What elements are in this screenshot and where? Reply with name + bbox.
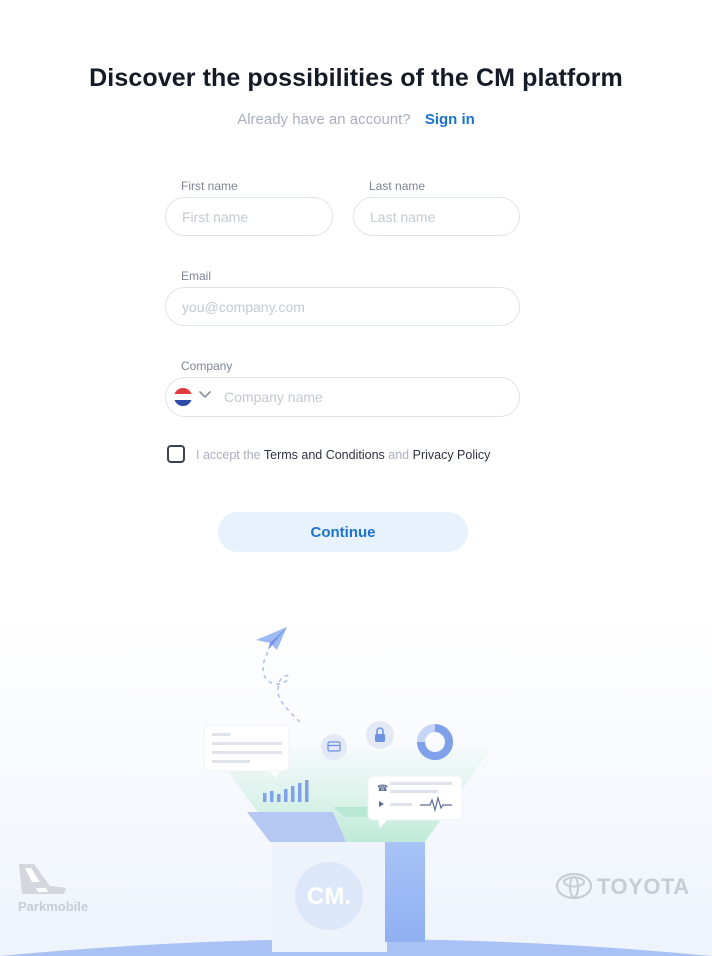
last-name-input[interactable] [353,197,520,236]
first-name-label: First name [181,179,238,193]
last-name-label: Last name [369,179,426,193]
email-input[interactable] [165,287,520,326]
company-field [165,377,520,417]
page-title: Discover the possibilities of the CM pla… [89,64,623,92]
first-name-input[interactable] [165,197,333,236]
terms-checkbox[interactable] [167,445,185,463]
flight-path [262,651,301,723]
privacy-policy-link[interactable]: Privacy Policy [413,448,491,462]
netherlands-flag-icon[interactable] [174,388,192,406]
toyota-text: TOYOTA [597,874,690,899]
terms-text: I accept the Terms and Conditions and Pr… [196,448,490,462]
toyota-logo: TOYOTA [555,872,705,902]
toyota-emblem-icon [555,872,593,900]
paper-plane-icon [256,627,287,650]
platform-illustration: CM. ☎ [0,627,712,956]
signin-prompt: Already have an account? Sign in [0,111,712,128]
email-label: Email [181,269,212,283]
phone-icon: ☎ [377,784,388,794]
parkmobile-icon [19,864,66,894]
chevron-down-icon[interactable] [198,387,212,401]
credit-card-icon [321,734,347,760]
lock-icon [366,721,394,749]
parkmobile-logo: Parkmobile [16,862,106,916]
terms-link[interactable]: Terms and Conditions [264,448,385,462]
chat-bubble-icon [203,724,290,778]
terms-prefix: I accept the [196,448,261,462]
call-card-icon: ☎ [367,775,463,828]
cm-logo: CM. [307,883,351,910]
box-side [385,842,425,942]
continue-button[interactable]: Continue [218,512,468,552]
terms-joiner: and [388,448,410,462]
parkmobile-text: Parkmobile [18,899,89,914]
box-lid-left [247,812,346,842]
sign-in-link[interactable]: Sign in [425,111,475,128]
account-prompt-text: Already have an account? [237,111,411,128]
company-input[interactable] [224,378,504,415]
company-label: Company [181,359,233,373]
